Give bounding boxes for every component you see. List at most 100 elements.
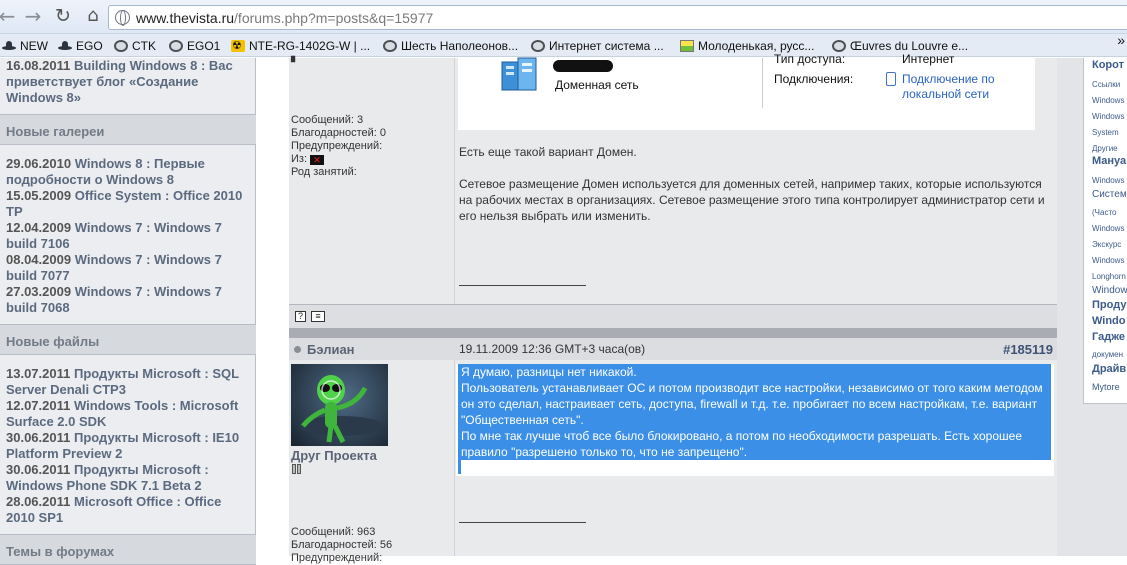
divider xyxy=(762,58,763,108)
url-text[interactable]: www.thevista.ru/forums.php?m=posts&q=159… xyxy=(136,10,433,26)
bookmark-label: Шесть Наполеонов... xyxy=(401,39,519,53)
sidebar-link[interactable]: Windo xyxy=(1092,316,1126,327)
bookmark-ego1[interactable]: EGO1 xyxy=(169,38,220,54)
warnings-label: Предупреждений: xyxy=(291,552,383,564)
bookmark-label: NTE-RG-1402G-W | ... xyxy=(249,39,371,53)
user-rank: Друг Проекта xyxy=(291,448,377,463)
sidebar-link[interactable]: Другие xyxy=(1092,144,1118,154)
item-date: 30.06.2011 xyxy=(6,462,71,477)
address-bar[interactable]: www.thevista.ru/forums.php?m=posts&q=159… xyxy=(108,5,1127,30)
bookmark-new[interactable]: NEW xyxy=(2,38,48,54)
selected-text[interactable]: Я думаю, разницы нет никакой. Пользовате… xyxy=(458,364,1051,460)
bookmark-nte[interactable]: NTE-RG-1402G-W | ... xyxy=(231,38,370,54)
sidebar-link[interactable]: Windows xyxy=(1092,224,1124,234)
item-date: 16.08.2011 xyxy=(6,58,71,73)
more-bookmarks-icon[interactable]: » xyxy=(1117,32,1125,48)
help-icon[interactable]: ? xyxy=(295,311,306,322)
item-date: 13.07.2011 xyxy=(6,366,71,381)
bookmark-internet[interactable]: Интернет система ... xyxy=(531,38,664,54)
sidebar-link[interactable]: System xyxy=(1092,128,1119,138)
post-paragraph: Есть еще такой вариант Домен. xyxy=(459,145,637,159)
posts-count: Сообщений: 963 xyxy=(291,526,376,538)
reload-icon[interactable]: ↻ xyxy=(52,6,74,28)
sidebar-link[interactable]: Longhorn xyxy=(1092,272,1126,282)
post-number-link[interactable]: #185119 xyxy=(1003,342,1053,357)
occupation-label: Род занятий: xyxy=(291,166,357,178)
list-item[interactable]: 30.06.2011 Продукты Microsoft : IE10 Pla… xyxy=(6,430,250,462)
list-item[interactable]: 15.05.2009 Office System : Office 2010 T… xyxy=(6,188,250,220)
sidebar-link[interactable]: Мануа xyxy=(1092,156,1126,167)
sidebar-link[interactable]: Windows xyxy=(1092,96,1124,106)
post-author[interactable]: Бэлиан xyxy=(307,342,355,357)
url-path: /forums.php?m=posts&q=15977 xyxy=(234,10,434,26)
list-item[interactable]: 13.07.2011 Продукты Microsoft : SQL Serv… xyxy=(6,366,250,398)
rank-bar-icon xyxy=(292,464,296,474)
forum-thread: ▘ Сообщений: 3 Благодарностей: 0 Предупр… xyxy=(289,52,1057,564)
sidebar-link[interactable]: Windows xyxy=(1092,112,1124,122)
right-sidebar: Корот Ссылки Windows Windows System Друг… xyxy=(1057,58,1127,556)
globe-icon xyxy=(531,40,545,52)
url-domain: www.thevista.ru xyxy=(136,10,235,26)
sidebar-link[interactable]: Систем xyxy=(1092,190,1127,200)
post-line: Пользователь устанавливает ОС и потом пр… xyxy=(461,381,1043,427)
sidebar-link[interactable]: Драйв xyxy=(1092,364,1126,375)
sidebar-link[interactable]: Проду xyxy=(1092,300,1126,311)
bookmarks-bar: NEW EGO CTK EGO1 NTE-RG-1402G-W | ... Ше… xyxy=(0,32,1127,57)
thanks-count: Благодарностей: 0 xyxy=(291,127,387,139)
user-info-panel: Друг Проекта Сообщений: 963 Благодарност… xyxy=(289,360,455,564)
sidebar-link[interactable]: Mytoге xyxy=(1092,382,1120,392)
sidebar-link[interactable]: Гадже xyxy=(1092,332,1125,343)
pin-icon: ▘ xyxy=(291,57,300,69)
forward-arrow-icon[interactable]: → xyxy=(22,6,44,28)
redaction-bar xyxy=(553,60,613,72)
user-info-panel: ▘ Сообщений: 3 Благодарностей: 0 Предупр… xyxy=(289,57,455,304)
lan-connection-link[interactable]: Подключение по локальной сети xyxy=(902,72,1022,102)
post-body-selected[interactable]: Я думаю, разницы нет никакой. Пользовате… xyxy=(456,364,1054,476)
avatar xyxy=(291,364,388,446)
list-item[interactable]: 28.06.2011 Microsoft Office : Office 201… xyxy=(6,494,250,526)
sidebar-link[interactable]: Экскурс xyxy=(1092,240,1121,250)
item-date: 12.04.2009 xyxy=(6,220,72,235)
domain-network-icon xyxy=(501,57,537,91)
location-label: Из: ✕ xyxy=(291,153,325,166)
list-item[interactable]: 29.06.2010 Windows 8 : Первые подробност… xyxy=(6,156,250,188)
sidebar-link[interactable]: Window xyxy=(1092,286,1127,296)
connections-label: Подключения: xyxy=(774,72,854,86)
bookmark-ego[interactable]: EGO xyxy=(58,38,103,54)
attached-screenshot: Доменная сеть Тип доступа: Интернет Подк… xyxy=(458,52,1035,130)
sidebar-link[interactable]: (Часто xyxy=(1092,208,1116,218)
access-type-label: Тип доступа: xyxy=(774,52,846,66)
bookmark-ctk[interactable]: CTK xyxy=(114,38,156,54)
forum-topics-heading: Темы в форумах xyxy=(0,534,256,565)
list-item[interactable]: 12.07.2011 Windows Tools : Microsoft Sur… xyxy=(6,398,250,430)
offline-status-icon xyxy=(294,346,301,353)
post-divider xyxy=(289,328,1057,338)
flag-icon: ✕ xyxy=(310,155,325,165)
radiation-icon xyxy=(231,38,245,54)
list-item[interactable]: 12.04.2009 Windows 7 : Windows 7 build 7… xyxy=(6,220,250,252)
sidebar-link[interactable]: Корот xyxy=(1092,60,1124,71)
globe-icon xyxy=(383,40,397,52)
item-date: 15.05.2009 xyxy=(6,188,72,203)
item-date: 12.07.2011 xyxy=(6,398,71,413)
back-arrow-icon[interactable]: ← xyxy=(0,6,18,28)
list-item[interactable]: 08.04.2009 Windows 7 : Windows 7 build 7… xyxy=(6,252,250,284)
sidebar-link[interactable]: докумен xyxy=(1092,350,1123,360)
item-date: 30.06.2011 xyxy=(6,430,71,445)
sidebar-link[interactable]: Windows xyxy=(1092,256,1124,266)
item-date: 08.04.2009 xyxy=(6,252,72,267)
globe-icon xyxy=(832,40,846,52)
bookmark-napoleons[interactable]: Шесть Наполеонов... xyxy=(383,38,518,54)
home-icon[interactable]: ⌂ xyxy=(82,6,104,28)
news-item[interactable]: 16.08.2011 Building Windows 8 : Вас прив… xyxy=(6,58,250,106)
item-date: 29.06.2010 xyxy=(6,156,72,171)
left-sidebar: 16.08.2011 Building Windows 8 : Вас прив… xyxy=(0,58,256,565)
list-item[interactable]: 27.03.2009 Windows 7 : Windows 7 build 7… xyxy=(6,284,250,316)
quote-icon[interactable]: ≡ xyxy=(311,311,325,322)
sidebar-link[interactable]: Windows xyxy=(1092,176,1124,186)
post-toolbar: ? ≡ xyxy=(289,304,1057,328)
list-item[interactable]: 30.06.2011 Продукты Microsoft : Windows … xyxy=(6,462,250,494)
sidebar-link[interactable]: Ссылки xyxy=(1092,80,1120,90)
signature-separator xyxy=(459,522,586,523)
bookmark-label: EGO xyxy=(76,39,103,53)
